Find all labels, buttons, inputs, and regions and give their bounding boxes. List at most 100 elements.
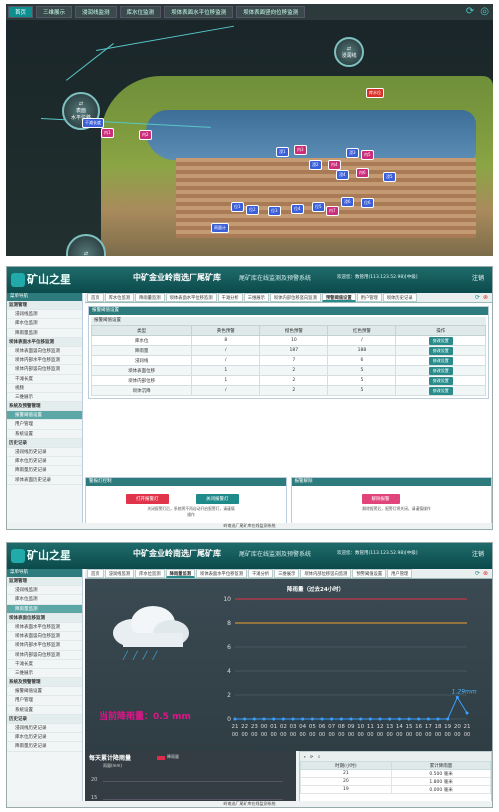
logout-button[interactable]: 注销 bbox=[472, 549, 484, 558]
sidebar-item[interactable]: 坝体内部竖向位移监测 bbox=[7, 365, 82, 375]
sidebar-item[interactable]: 报警阈值设置 bbox=[7, 411, 82, 421]
sidebar-item[interactable]: 坝体内部竖向位移监测 bbox=[7, 651, 82, 660]
sidebar-group[interactable]: 系统及预警管理 bbox=[7, 678, 82, 688]
monitor-point-marker[interactable]: 干滩长度 bbox=[82, 118, 104, 128]
sidebar-item[interactable]: 用户管理 bbox=[7, 696, 82, 706]
tab-4[interactable]: 坝体表面水平位移监测 bbox=[196, 569, 248, 578]
tab-4[interactable]: 坝体表面水平位移监测 bbox=[164, 6, 234, 18]
tab-3[interactable]: 降雨量监测 bbox=[165, 569, 196, 578]
tab-9[interactable]: 用户管理 bbox=[387, 569, 413, 578]
sidebar-item[interactable]: 降雨量历史记录 bbox=[7, 742, 82, 752]
sidebar-item[interactable]: 浸润线监测 bbox=[7, 586, 82, 596]
monitor-point-marker[interactable]: 浸5 bbox=[383, 172, 396, 182]
sidebar-group[interactable]: 历史记录 bbox=[7, 438, 82, 448]
sidebar-item[interactable]: 坝体表面水平位移监测 bbox=[7, 623, 82, 633]
refresh-icon[interactable]: ⟳ bbox=[475, 570, 480, 577]
sidebar-item[interactable]: 库水位历史记录 bbox=[7, 733, 82, 743]
monitor-point-marker[interactable]: 浸2 bbox=[309, 160, 322, 170]
tab-2[interactable]: 库水位监测 bbox=[135, 569, 165, 578]
tab-2[interactable]: 降雨量监测 bbox=[135, 293, 165, 302]
sidebar-item[interactable]: 系统设置 bbox=[7, 706, 82, 715]
sidebar-item[interactable]: 报警阈值设置 bbox=[7, 687, 82, 697]
monitor-point-marker[interactable]: 位1 bbox=[231, 202, 244, 212]
modify-setting-button[interactable]: 修改设置 bbox=[428, 376, 453, 385]
monitor-point-marker[interactable]: 浸1 bbox=[276, 147, 289, 157]
tab-0[interactable]: 首页 bbox=[8, 6, 34, 18]
export-icon[interactable]: ⇩ bbox=[317, 754, 320, 759]
monitor-point-marker[interactable]: 位3 bbox=[268, 206, 281, 216]
monitor-point-marker[interactable]: 内6 bbox=[356, 168, 369, 178]
nav-circle-button[interactable]: ⇄ bbox=[66, 234, 106, 256]
monitor-point-marker[interactable]: 浸6 bbox=[341, 197, 354, 207]
dam-3d-scene[interactable]: ⇄ 浸润线 ⇄ 表面 水平位移 ⇄ 库水位 干滩长度 内1 内2 浸1 内3 浸2 内4 浸3 内… bbox=[6, 20, 493, 256]
sidebar-item[interactable]: 干滩长度 bbox=[7, 660, 82, 669]
sidebar-group[interactable]: 坝体表面水平位移监测 bbox=[7, 337, 82, 347]
sidebar-item[interactable]: 坝体内部水平位移监测 bbox=[7, 356, 82, 366]
tab-0[interactable]: 首页 bbox=[87, 569, 104, 578]
modify-setting-button[interactable]: 修改设置 bbox=[428, 356, 453, 365]
tab-1[interactable]: 三维展示 bbox=[36, 6, 73, 18]
sidebar-group[interactable]: 监测管理 bbox=[7, 301, 82, 311]
tab-4[interactable]: 干滩分析 bbox=[217, 293, 243, 302]
close-alarm-light-button[interactable]: 关闭报警灯 bbox=[196, 494, 239, 504]
search-icon[interactable]: ⌕ bbox=[304, 754, 306, 759]
sidebar-item[interactable]: 坝体内部水平位移监测 bbox=[7, 641, 82, 651]
monitor-point-marker[interactable]: 内2 bbox=[139, 130, 152, 140]
sidebar-item[interactable]: 浸润线历史记录 bbox=[7, 448, 82, 458]
tab-5[interactable]: 干滩分析 bbox=[248, 569, 274, 578]
monitor-point-marker[interactable]: 浸3 bbox=[346, 148, 359, 158]
sidebar-item[interactable]: 用户管理 bbox=[7, 420, 82, 430]
refresh-icon[interactable]: ⟳ bbox=[310, 754, 313, 759]
sidebar-item[interactable]: 三维展示 bbox=[7, 669, 82, 679]
tab-7[interactable]: 坝体内部位移竖向监测 bbox=[300, 569, 352, 578]
monitor-point-marker[interactable]: 位5 bbox=[312, 202, 325, 212]
tab-2[interactable]: 浸润线监测 bbox=[75, 6, 117, 18]
tab-8[interactable]: 预警阈值设置 bbox=[352, 569, 387, 578]
sidebar-item[interactable]: 库水位监测 bbox=[7, 319, 82, 329]
monitor-point-marker[interactable]: 内4 bbox=[328, 160, 341, 170]
modify-setting-button[interactable]: 修改设置 bbox=[428, 386, 453, 395]
tab-6[interactable]: 三维展示 bbox=[274, 569, 300, 578]
monitor-point-marker[interactable]: 位4 bbox=[291, 204, 304, 214]
monitor-point-marker[interactable]: 位6 bbox=[361, 198, 374, 208]
sidebar-item[interactable]: 浸润线监测 bbox=[7, 310, 82, 320]
monitor-point-marker[interactable]: 雨量计 bbox=[211, 223, 229, 233]
modify-setting-button[interactable]: 修改设置 bbox=[428, 336, 453, 345]
logout-button[interactable]: 注销 bbox=[472, 273, 484, 282]
close-icon[interactable]: ⊗ bbox=[483, 570, 488, 577]
modify-setting-button[interactable]: 修改设置 bbox=[428, 346, 453, 355]
sidebar-item[interactable]: 库水位监测 bbox=[7, 595, 82, 605]
sidebar-item[interactable]: 降雨量历史记录 bbox=[7, 466, 82, 476]
monitor-point-marker[interactable]: 浸4 bbox=[336, 170, 349, 180]
close-icon[interactable]: ⊗ bbox=[483, 294, 488, 301]
monitor-point-marker[interactable]: 位2 bbox=[246, 205, 259, 215]
sidebar-item[interactable]: 视频 bbox=[7, 384, 82, 393]
tab-7[interactable]: 预警阈值设置 bbox=[321, 293, 356, 302]
tab-5[interactable]: 坝体表面竖向位移监测 bbox=[236, 6, 306, 18]
sidebar-item[interactable]: 降雨量监测 bbox=[7, 604, 82, 614]
tab-3[interactable]: 坝体表面水平位移监测 bbox=[165, 293, 217, 302]
sidebar-item[interactable]: 系统设置 bbox=[7, 430, 82, 439]
sidebar-item[interactable]: 坝体表面竖向位移监测 bbox=[7, 347, 82, 357]
modify-setting-button[interactable]: 修改设置 bbox=[428, 366, 453, 375]
tab-8[interactable]: 用户管理 bbox=[356, 293, 382, 302]
sidebar-item[interactable]: 三维展示 bbox=[7, 393, 82, 403]
tab-1[interactable]: 浸润线监测 bbox=[104, 569, 135, 578]
monitor-point-marker[interactable]: 内5 bbox=[361, 150, 374, 160]
tab-3[interactable]: 库水位监测 bbox=[119, 6, 162, 18]
tab-9[interactable]: 坝体历史记录 bbox=[382, 293, 417, 302]
release-alarm-button[interactable]: 解除报警 bbox=[361, 494, 400, 504]
sidebar-group[interactable]: 历史记录 bbox=[7, 714, 82, 724]
tab-0[interactable]: 首页 bbox=[87, 293, 104, 302]
sidebar-item[interactable]: 降雨量监测 bbox=[7, 329, 82, 338]
open-alarm-light-button[interactable]: 打开报警灯 bbox=[126, 494, 169, 504]
sidebar-item[interactable]: 坝体表面竖向位移监测 bbox=[7, 632, 82, 642]
tab-5[interactable]: 三维展示 bbox=[243, 293, 269, 302]
sidebar-item[interactable]: 浸润线历史记录 bbox=[7, 724, 82, 734]
sidebar-item[interactable]: 库水位历史记录 bbox=[7, 457, 82, 467]
refresh-icon[interactable]: ⟳ bbox=[475, 294, 480, 301]
sidebar-item[interactable]: 坝体表面历史记录 bbox=[7, 476, 82, 485]
tab-1[interactable]: 库水位监测 bbox=[104, 293, 135, 302]
sidebar-group[interactable]: 坝体表面位移监测 bbox=[7, 613, 82, 623]
monitor-point-marker[interactable]: 库水位 bbox=[366, 88, 384, 98]
